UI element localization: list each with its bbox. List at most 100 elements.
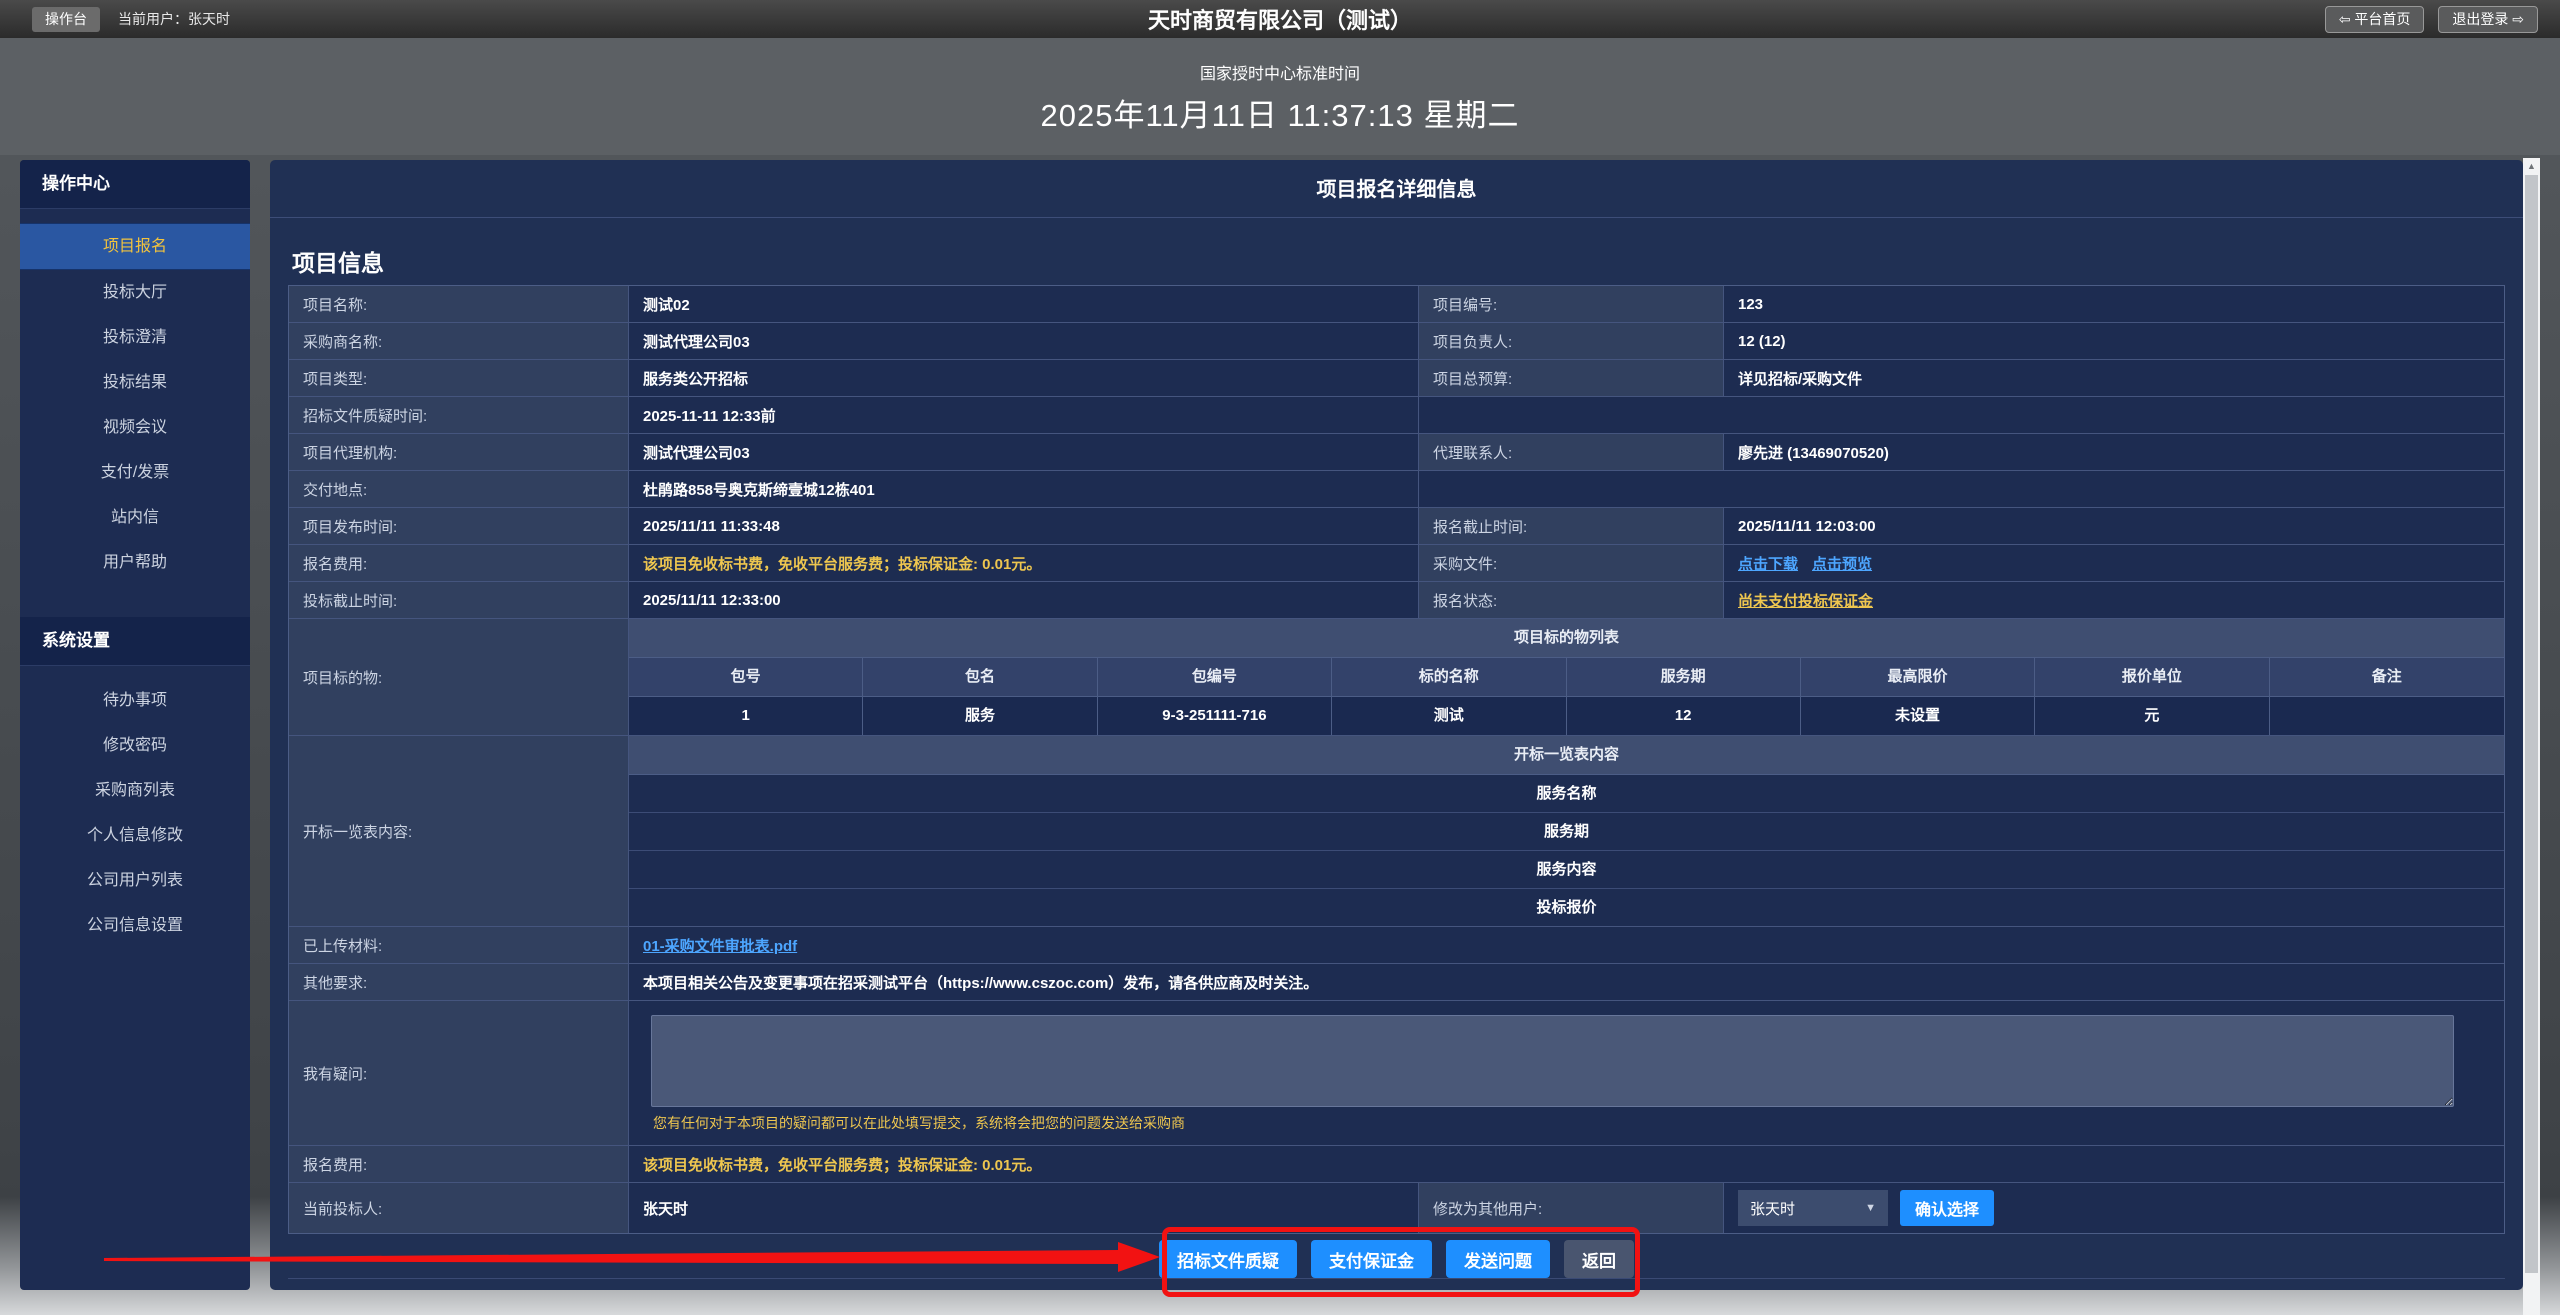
- scrollbar-thumb[interactable]: [2525, 175, 2538, 1273]
- sidebar-item-user-help[interactable]: 用户帮助: [20, 540, 250, 585]
- table-row: 其他要求: 本项目相关公告及变更事项在招采测试平台（https://www.cs…: [289, 964, 2504, 1001]
- scroll-up-icon[interactable]: ▲: [2523, 158, 2540, 174]
- bid-opening-row: 服务期: [629, 813, 2504, 851]
- empty-cell: [1419, 471, 2504, 508]
- goods-cell-price-unit: 元: [2035, 697, 2269, 735]
- sidebar-item-site-mail[interactable]: 站内信: [20, 495, 250, 540]
- project-budget-value: 详见招标/采购文件: [1724, 360, 2504, 397]
- sidebar-item-change-password[interactable]: 修改密码: [20, 723, 250, 768]
- question-textarea[interactable]: [651, 1015, 2454, 1107]
- field-label: 项目负责人:: [1419, 323, 1724, 360]
- sidebar-item-todo[interactable]: 待办事项: [20, 678, 250, 723]
- table-row: 采购商名称: 测试代理公司03 项目负责人: 12 (12): [289, 323, 2504, 360]
- field-label: 报名费用:: [289, 1146, 629, 1183]
- signup-deadline-value: 2025/11/11 12:03:00: [1724, 508, 2504, 545]
- field-label: 采购文件:: [1419, 545, 1724, 582]
- platform-home-button[interactable]: ⇦ 平台首页: [2325, 6, 2425, 33]
- change-user-cell: 张天时 ▼ 确认选择: [1724, 1183, 2504, 1233]
- sidebar-item-video-meeting[interactable]: 视频会议: [20, 405, 250, 450]
- project-info-table: 项目名称: 测试02 项目编号: 123 采购商名称: 测试代理公司03 项目负…: [288, 285, 2505, 1234]
- field-label: 项目类型:: [289, 360, 629, 397]
- bid-opening-row: 投标报价: [629, 889, 2504, 926]
- goods-col-header: 包号: [629, 658, 863, 697]
- pay-deposit-button[interactable]: 支付保证金: [1311, 1240, 1432, 1278]
- other-requirements-value: 本项目相关公告及变更事项在招采测试平台（https://www.cszoc.co…: [629, 964, 2504, 1001]
- goods-cell-package-no: 1: [629, 697, 863, 735]
- sidebar-section-operations: 操作中心: [20, 160, 250, 209]
- sidebar-item-project-signup[interactable]: 项目报名: [20, 223, 250, 270]
- purchase-doc-cell: 点击下载 点击预览: [1724, 545, 2504, 582]
- field-label: 项目发布时间:: [289, 508, 629, 545]
- sidebar-item-bid-hall[interactable]: 投标大厅: [20, 270, 250, 315]
- bid-deadline-value: 2025/11/11 12:33:00: [629, 582, 1419, 619]
- preview-doc-link[interactable]: 点击预览: [1812, 553, 1872, 574]
- field-label: 投标截止时间:: [289, 582, 629, 619]
- field-label: 代理联系人:: [1419, 434, 1724, 471]
- doc-challenge-time-value: 2025-11-11 12:33前: [629, 397, 1419, 434]
- table-row-question: 我有疑问: 您有任何对于本项目的疑问都可以在此处填写提交，系统将会把您的问题发送…: [289, 1001, 2504, 1146]
- sidebar-item-bid-clarification[interactable]: 投标澄清: [20, 315, 250, 360]
- sidebar: 操作中心 项目报名 投标大厅 投标澄清 投标结果 视频会议 支付/发票 站内信 …: [20, 160, 250, 1290]
- back-button[interactable]: 返回: [1564, 1240, 1634, 1278]
- sidebar-item-bid-results[interactable]: 投标结果: [20, 360, 250, 405]
- goods-table-title: 项目标的物列表: [629, 619, 2504, 658]
- signup-status-link[interactable]: 尚未支付投标保证金: [1738, 590, 1873, 611]
- sidebar-item-company-settings[interactable]: 公司信息设置: [20, 903, 250, 948]
- goods-col-header: 服务期: [1567, 658, 1801, 697]
- goods-table-header-row: 包号 包名 包编号 标的名称 服务期 最高限价 报价单位 备注: [629, 658, 2504, 697]
- table-row: 项目类型: 服务类公开招标 项目总预算: 详见招标/采购文件: [289, 360, 2504, 397]
- sidebar-item-payment-invoice[interactable]: 支付/发票: [20, 450, 250, 495]
- empty-cell: [1419, 397, 2504, 434]
- confirm-select-button[interactable]: 确认选择: [1900, 1190, 1994, 1226]
- sidebar-section-settings: 系统设置: [20, 617, 250, 666]
- table-row: 项目名称: 测试02 项目编号: 123: [289, 286, 2504, 323]
- doc-challenge-button[interactable]: 招标文件质疑: [1159, 1240, 1297, 1278]
- current-bidder-value: 张天时: [629, 1183, 1419, 1233]
- download-doc-link[interactable]: 点击下载: [1738, 553, 1798, 574]
- console-button[interactable]: 操作台: [32, 7, 100, 32]
- field-label: 项目标的物:: [289, 619, 629, 736]
- vertical-scrollbar[interactable]: ▲: [2523, 158, 2540, 1315]
- bid-opening-row: 服务名称: [629, 775, 2504, 813]
- field-label: 修改为其他用户:: [1419, 1183, 1724, 1233]
- table-row: 已上传材料: 01-采购文件审批表.pdf: [289, 927, 2504, 964]
- question-cell: 您有任何对于本项目的疑问都可以在此处填写提交，系统将会把您的问题发送给采购商: [629, 1001, 2504, 1146]
- time-source-label: 国家授时中心标准时间: [0, 60, 2560, 84]
- uploaded-file-cell: 01-采购文件审批表.pdf: [629, 927, 2504, 964]
- field-label: 招标文件质疑时间:: [289, 397, 629, 434]
- field-label: 报名截止时间:: [1419, 508, 1724, 545]
- goods-col-header: 最高限价: [1801, 658, 2035, 697]
- uploaded-file-link[interactable]: 01-采购文件审批表.pdf: [643, 935, 797, 956]
- table-row: 报名费用: 该项目免收标书费，免收平台服务费；投标保证金: 0.01元。 采购文…: [289, 545, 2504, 582]
- delivery-place-value: 杜鹃路858号奥克斯缔壹城12栋401: [629, 471, 1419, 508]
- signup-fee-value: 该项目免收标书费，免收平台服务费；投标保证金: 0.01元。: [629, 545, 1419, 582]
- project-type-value: 服务类公开招标: [629, 360, 1419, 397]
- goods-col-header: 报价单位: [2035, 658, 2269, 697]
- question-hint: 您有任何对于本项目的疑问都可以在此处填写提交，系统将会把您的问题发送给采购商: [653, 1113, 2504, 1133]
- table-row-goods: 项目标的物: 项目标的物列表 包号 包名 包编号 标的名称 服务期 最高限价 报…: [289, 619, 2504, 736]
- agency-contact-value: 廖先进 (13469070520): [1724, 434, 2504, 471]
- field-label: 项目编号:: [1419, 286, 1724, 323]
- sidebar-item-profile-edit[interactable]: 个人信息修改: [20, 813, 250, 858]
- field-label: 我有疑问:: [289, 1001, 629, 1146]
- company-title: 天时商贸有限公司（测试）: [0, 3, 2560, 35]
- user-select[interactable]: 张天时 ▼: [1738, 1190, 1888, 1226]
- send-question-button[interactable]: 发送问题: [1446, 1240, 1550, 1278]
- field-label: 开标一览表内容:: [289, 736, 629, 927]
- goods-col-header: 备注: [2270, 658, 2504, 697]
- sidebar-item-purchaser-list[interactable]: 采购商列表: [20, 768, 250, 813]
- field-label: 项目名称:: [289, 286, 629, 323]
- project-leader-value: 12 (12): [1724, 323, 2504, 360]
- sidebar-item-company-users[interactable]: 公司用户列表: [20, 858, 250, 903]
- signup-status-cell: 尚未支付投标保证金: [1724, 582, 2504, 619]
- publish-time-value: 2025/11/11 11:33:48: [629, 508, 1419, 545]
- field-label: 当前投标人:: [289, 1183, 629, 1233]
- logout-button[interactable]: 退出登录 ⇨: [2438, 6, 2538, 33]
- goods-cell-remark: [2270, 697, 2504, 735]
- goods-cell-subject-name: 测试: [1332, 697, 1566, 735]
- table-row: 报名费用: 该项目免收标书费，免收平台服务费；投标保证金: 0.01元。: [289, 1146, 2504, 1183]
- goods-table-data-row: 1 服务 9-3-251111-716 测试 12 未设置 元: [629, 697, 2504, 735]
- purchaser-name-value: 测试代理公司03: [629, 323, 1419, 360]
- field-label: 其他要求:: [289, 964, 629, 1001]
- current-user-label: 当前用户：张天时: [118, 9, 230, 29]
